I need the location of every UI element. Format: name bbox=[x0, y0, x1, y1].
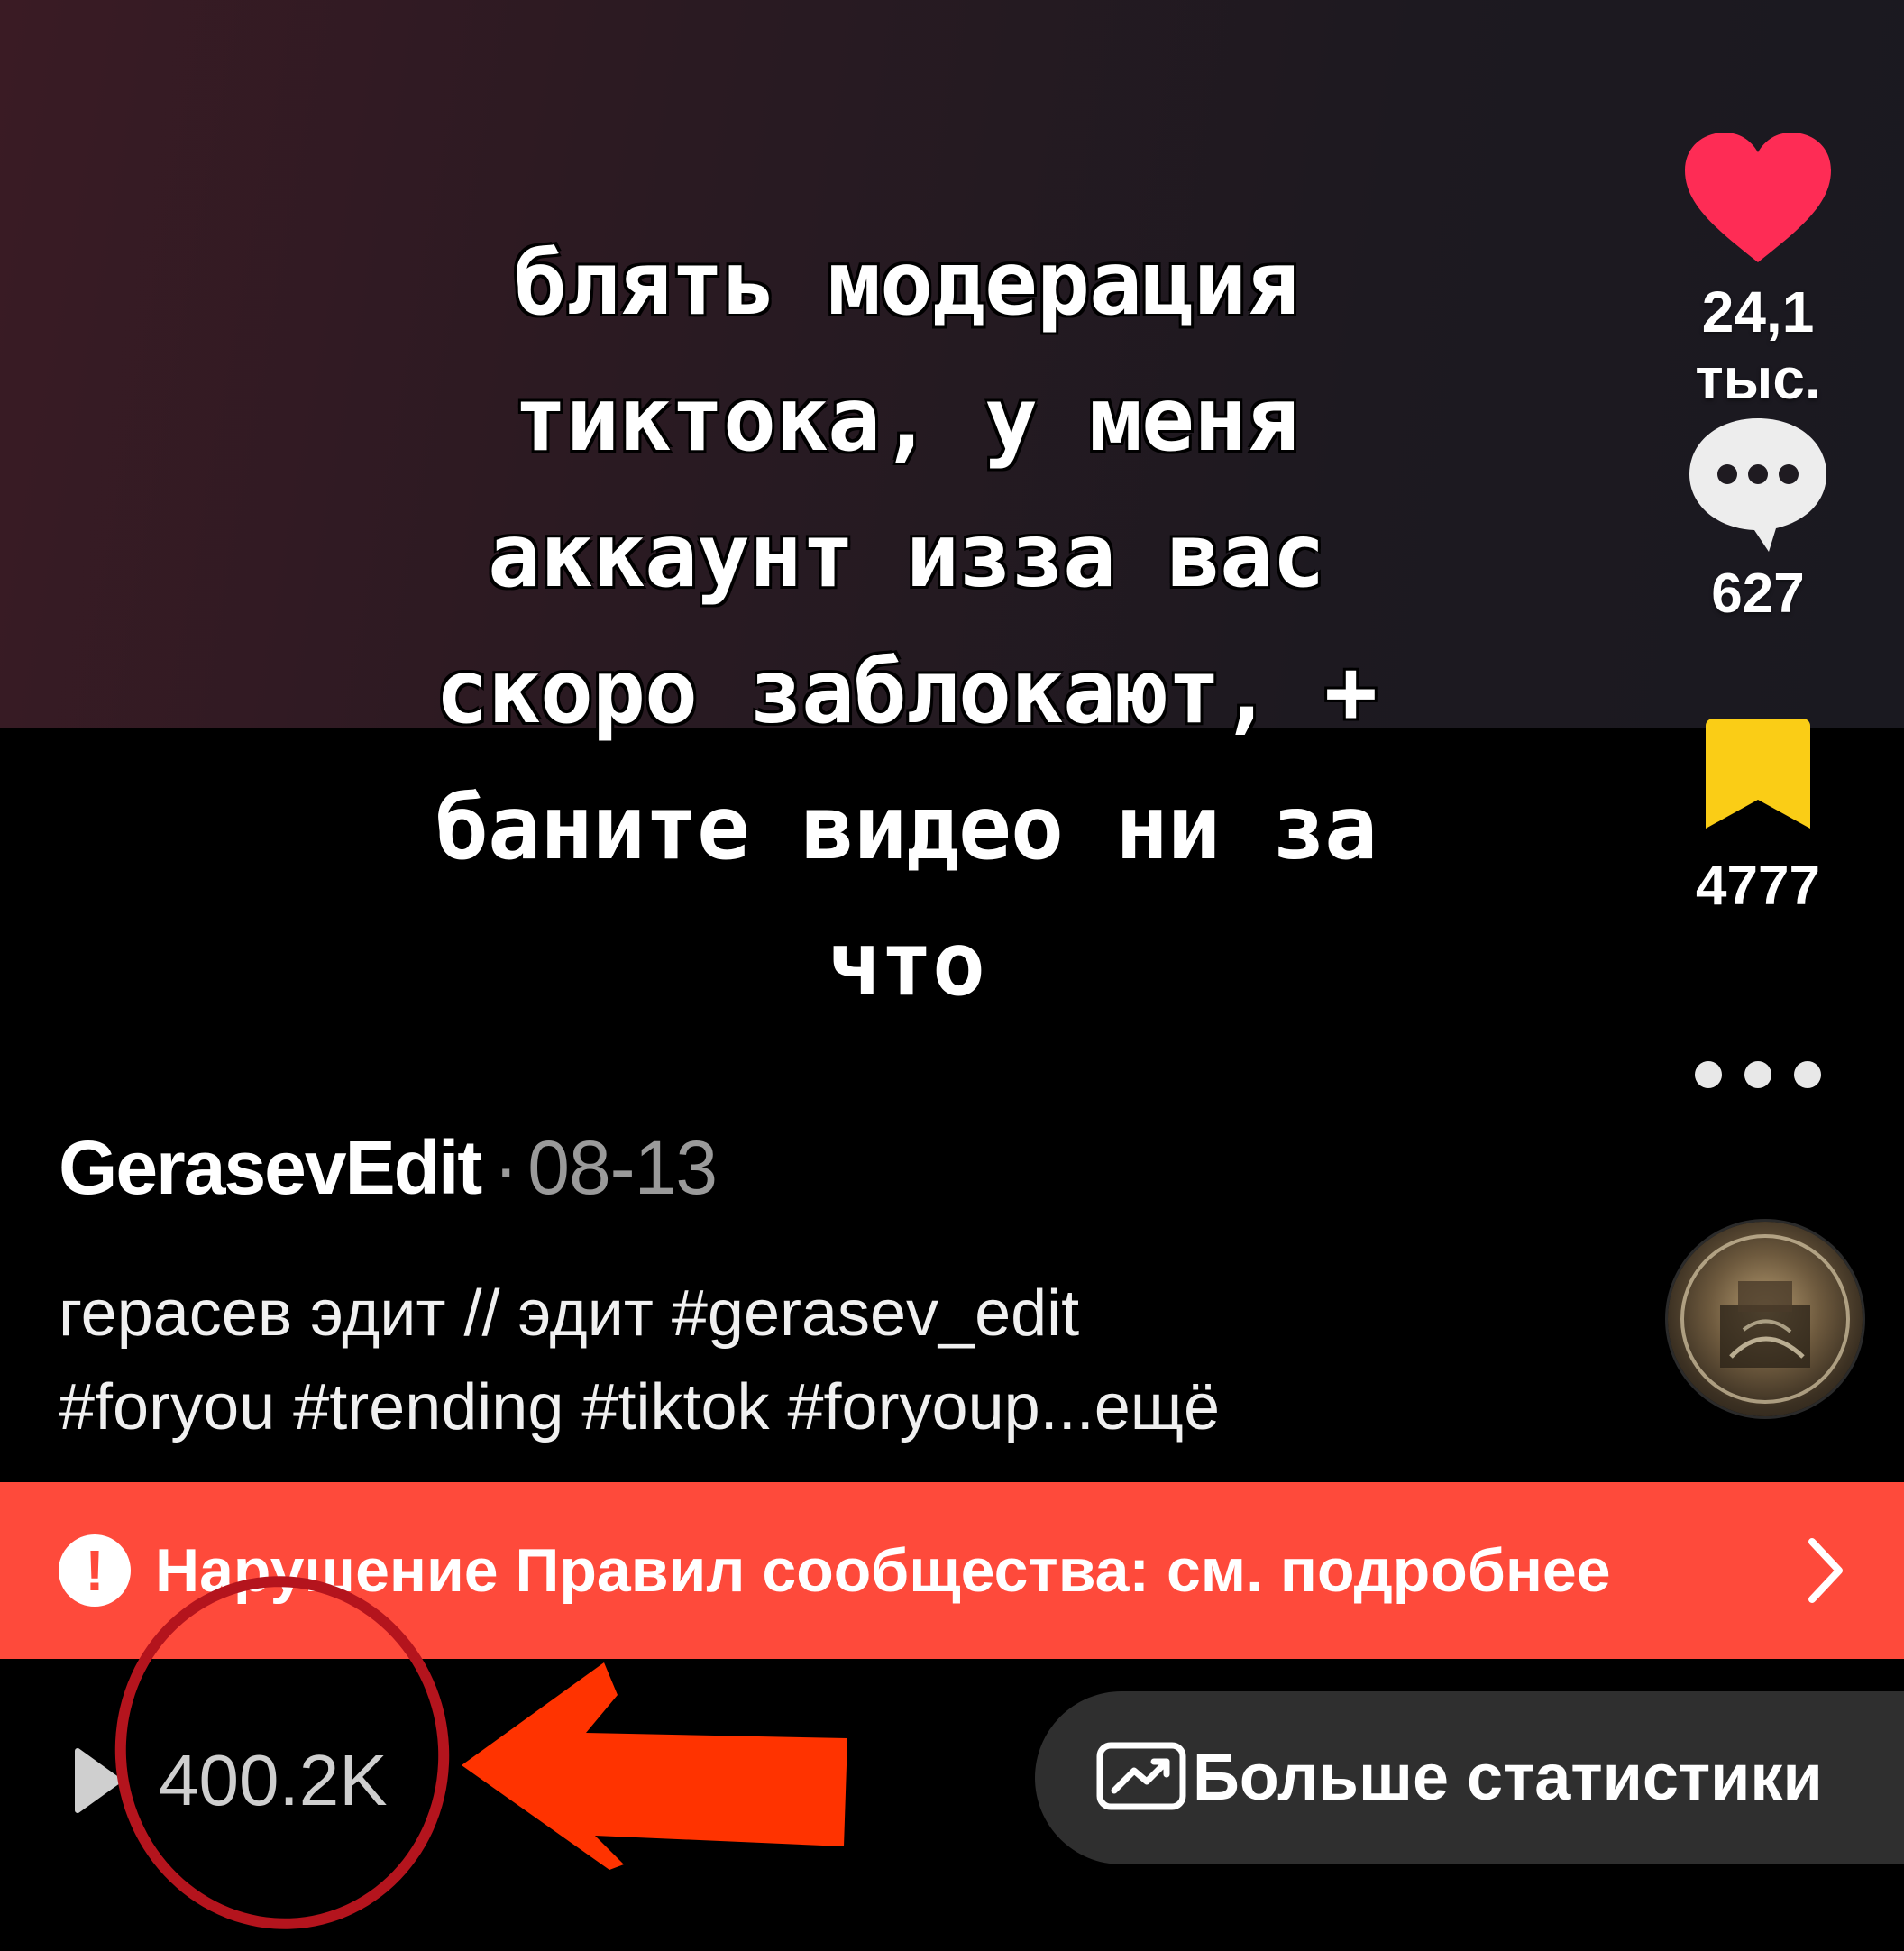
more-options-button[interactable] bbox=[1695, 1057, 1821, 1093]
caption-line-text: #foryou #trending #tiktok #foryoup... bbox=[59, 1371, 1094, 1443]
like-button[interactable]: 24,1 тыс. bbox=[1641, 131, 1875, 412]
bookmark-count: 4777 bbox=[1696, 855, 1820, 917]
comment-bubble-icon bbox=[1689, 418, 1826, 552]
avatar-image bbox=[1680, 1234, 1850, 1404]
trending-chart-icon bbox=[1096, 1742, 1186, 1810]
more-statistics-label: Больше статистики bbox=[1193, 1742, 1823, 1814]
bookmark-icon bbox=[1706, 719, 1810, 829]
comment-button[interactable]: 627 bbox=[1641, 415, 1875, 626]
more-dots-icon bbox=[1794, 1061, 1821, 1088]
more-dots-icon bbox=[1744, 1061, 1771, 1088]
caption-line: #foryou #trending #tiktok #foryoup...ещё bbox=[59, 1360, 1609, 1454]
chevron-right-icon bbox=[1808, 1538, 1843, 1603]
post-caption[interactable]: герасев эдит // эдит #gerasev_edit #fory… bbox=[59, 1267, 1609, 1454]
comment-count: 627 bbox=[1711, 563, 1805, 625]
author-separator: · bbox=[493, 1125, 519, 1210]
video-overlay-text: блять модерация тиктока, у меня аккаунт … bbox=[435, 233, 1378, 1016]
heart-icon bbox=[1685, 133, 1831, 262]
exclamation-circle-icon: ! bbox=[59, 1534, 131, 1607]
post-date: 08-13 bbox=[527, 1125, 718, 1210]
more-statistics-button[interactable]: Больше статистики bbox=[1035, 1691, 1904, 1864]
bookmark-button[interactable]: 4777 bbox=[1641, 717, 1875, 918]
author-name[interactable]: GerasevEdit bbox=[59, 1125, 482, 1210]
caption-line: герасев эдит // эдит #gerasev_edit bbox=[59, 1278, 1080, 1350]
author-line: GerasevEdit · 08-13 bbox=[59, 1122, 718, 1213]
author-avatar[interactable] bbox=[1668, 1222, 1863, 1416]
annotation-arrow bbox=[462, 1662, 847, 1870]
more-dots-icon bbox=[1695, 1061, 1722, 1088]
caption-more-link[interactable]: ещё bbox=[1094, 1371, 1220, 1443]
violation-text: Нарушение Правил сообщества: см. подробн… bbox=[155, 1536, 1611, 1605]
like-count: 24,1 тыс. bbox=[1695, 279, 1821, 411]
